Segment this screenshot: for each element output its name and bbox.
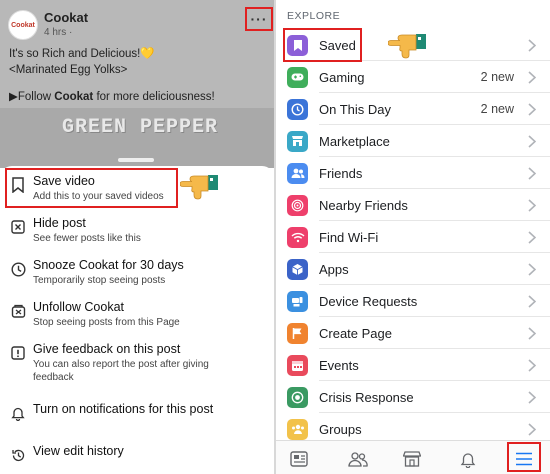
menu-item-events[interactable]: Events (276, 349, 550, 381)
history-icon (9, 446, 27, 464)
clock-icon (9, 260, 27, 278)
post-text: It's so Rich and Delicious!💛 <Marinated … (9, 46, 155, 78)
menu-item-gaming[interactable]: Gaming 2 new (276, 61, 550, 93)
post-options-screen: Cookat Cookat 4 hrs · ··· It's so Rich a… (0, 0, 274, 474)
menu-item-apps[interactable]: Apps (276, 253, 550, 285)
menu-screen: EXPLORE Saved Gaming 2 new On This Day 2… (276, 0, 550, 474)
chevron-right-icon (528, 70, 538, 84)
bell-icon (9, 404, 27, 422)
explore-heading: EXPLORE (287, 10, 341, 22)
view-edit-history-option[interactable]: View edit history (0, 444, 274, 464)
menu-item-create-page[interactable]: Create Page (276, 317, 550, 349)
menu-item-crisis-response[interactable]: Crisis Response (276, 381, 550, 413)
on-this-day-icon (287, 98, 308, 120)
chevron-right-icon (528, 102, 538, 116)
chevron-right-icon (528, 390, 538, 404)
friends-icon (287, 162, 308, 184)
give-feedback-option[interactable]: Give feedback on this post You can also … (0, 342, 274, 384)
chevron-right-icon (528, 358, 538, 372)
marketplace-icon (287, 130, 308, 152)
chevron-right-icon (528, 230, 538, 244)
create-page-icon (287, 322, 308, 344)
menu-item-on-this-day[interactable]: On This Day 2 new (276, 93, 550, 125)
alert-icon (9, 344, 27, 362)
crisis-response-icon (287, 386, 308, 408)
news-feed-icon[interactable] (288, 448, 310, 470)
chevron-right-icon (528, 326, 538, 340)
chevron-right-icon (528, 262, 538, 276)
post-options-sheet: Save video Add this to your saved videos… (0, 166, 274, 474)
page-avatar[interactable]: Cookat (8, 10, 38, 40)
device-requests-icon (287, 290, 308, 312)
post-line-2: <Marinated Egg Yolks> (9, 64, 128, 76)
chevron-right-icon (528, 166, 538, 180)
wifi-icon (287, 226, 308, 248)
post-line-1: It's so Rich and Delicious!💛 (9, 48, 155, 60)
unfollow-icon (9, 302, 27, 320)
turn-on-notifications-option[interactable]: Turn on notifications for this post (0, 402, 274, 422)
menu-item-find-wifi[interactable]: Find Wi-Fi (276, 221, 550, 253)
events-icon (287, 354, 308, 376)
groups-icon (287, 418, 308, 440)
menu-tab-highlight (507, 442, 541, 472)
post-preview: Cookat Cookat 4 hrs · ··· It's so Rich a… (0, 0, 274, 168)
chevron-right-icon (528, 38, 538, 52)
gaming-icon (287, 66, 308, 88)
pointing-hand-icon (180, 175, 218, 200)
apps-icon (287, 258, 308, 280)
post-video-thumbnail[interactable]: GREEN PEPPER (0, 108, 274, 168)
post-cta: ▶Follow Cookat for more deliciousness! (9, 91, 215, 103)
marketplace-tab-icon[interactable] (401, 448, 423, 470)
menu-item-marketplace[interactable]: Marketplace (276, 125, 550, 157)
friends-tab-icon[interactable] (347, 448, 369, 470)
hide-post-option[interactable]: Hide post See fewer posts like this (0, 216, 274, 245)
save-video-highlight (5, 168, 178, 208)
notifications-icon[interactable] (457, 448, 479, 470)
menu-item-nearby-friends[interactable]: Nearby Friends (276, 189, 550, 221)
cta-page-link[interactable]: Cookat (54, 91, 93, 103)
page-name[interactable]: Cookat (44, 10, 88, 25)
chevron-right-icon (528, 134, 538, 148)
post-header: Cookat Cookat 4 hrs · (8, 10, 88, 40)
chevron-right-icon (528, 294, 538, 308)
snooze-option[interactable]: Snooze Cookat for 30 days Temporarily st… (0, 258, 274, 287)
saved-highlight (283, 28, 362, 62)
video-overlay-text: GREEN PEPPER (62, 116, 219, 139)
menu-item-device-requests[interactable]: Device Requests (276, 285, 550, 317)
menu-item-friends[interactable]: Friends (276, 157, 550, 189)
chevron-right-icon (528, 198, 538, 212)
chevron-right-icon (528, 422, 538, 436)
unfollow-option[interactable]: Unfollow Cookat Stop seeing posts from t… (0, 300, 274, 329)
more-options-button[interactable]: ··· (245, 7, 273, 31)
sheet-grab-handle[interactable] (118, 158, 154, 162)
pointing-hand-icon (388, 34, 426, 59)
post-timestamp: 4 hrs · (44, 27, 73, 38)
nearby-friends-icon (287, 194, 308, 216)
close-square-icon (9, 218, 27, 236)
